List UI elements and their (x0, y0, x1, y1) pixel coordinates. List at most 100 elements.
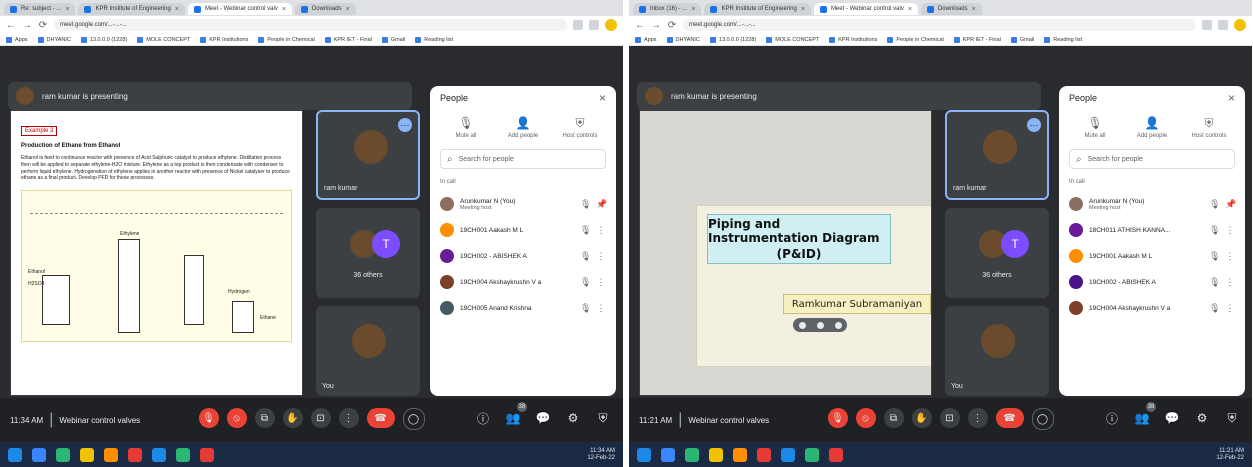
participant-row[interactable]: 18CH011 ATHISH KANNA... 🎙 ⋮ (1059, 217, 1245, 243)
bookmark-mole[interactable]: MOLE CONCEPT (766, 36, 819, 43)
add-people-button[interactable]: 👤 Add people (1126, 116, 1178, 139)
tab-close-icon[interactable]: × (972, 6, 976, 13)
people-button[interactable]: 👥 38 (1132, 402, 1156, 428)
more-options-button[interactable]: ⋮ (967, 408, 988, 428)
participant-row[interactable]: 19CH002 - ABISHEK A 🎙 ⋮ (1059, 269, 1245, 295)
taskbar-app-icon[interactable] (709, 448, 723, 462)
back-icon[interactable]: ← (635, 20, 645, 31)
start-icon[interactable] (637, 448, 651, 462)
more-options-icon[interactable]: ⋯ (1027, 118, 1041, 132)
close-icon[interactable]: × (599, 91, 606, 105)
participant-row[interactable]: 19CH001 Aakash M L 🎙 ⋮ (430, 217, 616, 243)
more-options-icon[interactable]: ⋯ (398, 118, 412, 132)
add-people-button[interactable]: 👤 Add people (497, 116, 549, 139)
tab-1[interactable]: Re: subject - ... × (4, 3, 76, 15)
taskbar-app-icon[interactable] (829, 448, 843, 462)
tile-ram-kumar[interactable]: ⋯ ram kumar (316, 110, 420, 200)
raise-hand-button[interactable]: ✋ (911, 408, 932, 428)
tab-close-icon[interactable]: × (691, 6, 695, 13)
search-input[interactable]: ⌕ Search for people (1069, 149, 1235, 169)
host-controls-button[interactable]: ⛨ (1222, 408, 1242, 428)
taskbar-app-icon[interactable] (56, 448, 70, 462)
bookmark-mole[interactable]: MOLE CONCEPT (137, 36, 190, 43)
bookmark-kpr[interactable]: KPR Institutions (200, 36, 248, 43)
more-vert-icon[interactable]: ⋮ (596, 225, 606, 236)
taskbar-app-icon[interactable] (661, 448, 675, 462)
mic-off-icon[interactable]: 🎙 (1209, 303, 1220, 314)
end-call-button[interactable]: ☎ (995, 408, 1024, 428)
mic-off-icon[interactable]: 🎙 (580, 303, 591, 314)
more-vert-icon[interactable]: ⋮ (1225, 303, 1235, 314)
pin-icon[interactable]: 📌 (596, 199, 607, 210)
mic-off-icon[interactable]: 🎙 (580, 277, 591, 288)
more-vert-icon[interactable]: ⋮ (596, 303, 606, 314)
participant-row[interactable]: 19CH005 Anand Krishna 🎙 ⋮ (430, 295, 616, 321)
tab-1[interactable]: Inbox (16) - ... × (633, 3, 702, 15)
forward-icon[interactable]: → (22, 20, 32, 31)
extension-icon[interactable] (589, 20, 599, 30)
taskbar-app-icon[interactable] (176, 448, 190, 462)
bookmark-gmail[interactable]: Gmail (1010, 36, 1034, 43)
end-call-button[interactable]: ☎ (366, 408, 395, 428)
reading-list[interactable]: Reading list (415, 36, 453, 43)
taskbar-app-icon[interactable] (152, 448, 166, 462)
activities-button[interactable]: ⚙ (1192, 408, 1212, 428)
close-icon[interactable]: × (1228, 91, 1235, 105)
taskbar-app-icon[interactable] (32, 448, 46, 462)
bookmark-ip[interactable]: 13.0.0.0 (1228) (80, 36, 127, 43)
profile-icon[interactable] (1234, 19, 1246, 31)
slide-control-dot[interactable] (834, 321, 842, 329)
bookmark-apps[interactable]: Apps (6, 36, 28, 43)
mic-off-icon[interactable]: 🎙 (580, 225, 591, 236)
tab-close-icon[interactable]: × (175, 6, 179, 13)
taskbar-app-icon[interactable] (128, 448, 142, 462)
participant-row[interactable]: 19CH004 Akshaykrushn V a 🎙 ⋮ (1059, 295, 1245, 321)
participant-row[interactable]: 19CH001 Aakash M L 🎙 ⋮ (1059, 243, 1245, 269)
bookmark-people[interactable]: People in Chemical (258, 36, 315, 43)
bookmark-kpr[interactable]: KPR Institutions (829, 36, 877, 43)
taskbar-clock[interactable]: 11:21 AM 12-Feb-22 (1216, 448, 1244, 461)
participant-row[interactable]: Arunkumar N (You) Meeting host 🎙 📌 (1059, 191, 1245, 217)
bookmark-apps[interactable]: Apps (635, 36, 657, 43)
tab-close-icon[interactable]: × (801, 6, 805, 13)
url-field[interactable]: meet.google.com/...-...-... (54, 19, 567, 31)
url-field[interactable]: meet.google.com/...-...-... (683, 19, 1196, 31)
slide-control-dot[interactable] (816, 321, 824, 329)
taskbar-clock[interactable]: 11:34 AM 12-Feb-22 (587, 448, 615, 461)
start-icon[interactable] (8, 448, 22, 462)
present-button[interactable]: ⊡ (939, 408, 960, 428)
bookmark-people[interactable]: People in Chemical (887, 36, 944, 43)
bookmark-dhyanic[interactable]: DHYANIC (37, 36, 71, 43)
profile-icon[interactable] (605, 19, 617, 31)
tab-close-icon[interactable]: × (346, 6, 350, 13)
slide-control-dot[interactable] (798, 321, 806, 329)
extension-icon[interactable] (1202, 20, 1212, 30)
extension-icon[interactable] (573, 20, 583, 30)
mic-toggle-button[interactable]: 🎙 (198, 408, 219, 428)
mic-off-icon[interactable]: 🎙 (1209, 199, 1220, 210)
more-vert-icon[interactable]: ⋮ (1225, 277, 1235, 288)
tile-you[interactable]: You (945, 306, 1049, 396)
taskbar-app-icon[interactable] (757, 448, 771, 462)
pin-icon[interactable]: 📌 (1225, 199, 1236, 210)
tab-close-icon[interactable]: × (282, 6, 286, 13)
more-vert-icon[interactable]: ⋮ (596, 251, 606, 262)
tab-close-icon[interactable]: × (908, 6, 912, 13)
extra-button[interactable]: ◯ (402, 408, 425, 430)
raise-hand-button[interactable]: ✋ (282, 408, 303, 428)
captions-button[interactable]: ⧉ (254, 408, 275, 428)
mute-all-button[interactable]: 🎙 Mute all (1069, 116, 1121, 139)
tab-2[interactable]: KPR Institute of Engineering × (78, 3, 185, 15)
back-icon[interactable]: ← (6, 20, 16, 31)
reading-list[interactable]: Reading list (1044, 36, 1082, 43)
host-controls-button[interactable]: ⛨ Host controls (1183, 116, 1235, 139)
bookmark-ip[interactable]: 13.0.0.0 (1228) (709, 36, 756, 43)
mic-off-icon[interactable]: 🎙 (1209, 277, 1220, 288)
taskbar-app-icon[interactable] (80, 448, 94, 462)
tab-3-active[interactable]: Meet - Webinar control valv × (187, 3, 292, 15)
more-options-button[interactable]: ⋮ (338, 408, 359, 428)
extension-icon[interactable] (1218, 20, 1228, 30)
tile-you[interactable]: You (316, 306, 420, 396)
tab-2[interactable]: KPR Institute of Engineering × (704, 3, 811, 15)
mic-off-icon[interactable]: 🎙 (580, 251, 591, 262)
